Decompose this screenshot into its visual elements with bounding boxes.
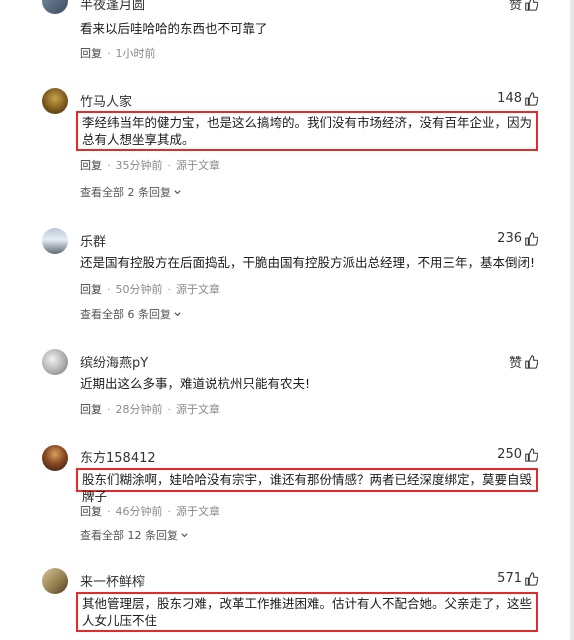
avatar[interactable]: [42, 228, 68, 254]
comment-meta: 回复 · 35分钟前 · 源于文章: [80, 157, 220, 173]
like-button[interactable]: 148: [497, 91, 538, 106]
comment-text: 看来以后哇哈哈的东西也不可靠了: [80, 21, 268, 36]
comment-text: 股东们糊涂啊，娃哈哈没有宗宇，谁还有那份情感？两者已经深度绑定，莫要自毁牌子: [76, 468, 538, 504]
chevron-down-icon: [181, 532, 188, 537]
comment-text: 近期出这么多事，难道说杭州只能有农夫!: [80, 376, 311, 391]
username[interactable]: 缤纷海燕pY: [80, 352, 148, 371]
username[interactable]: 半夜逢月圆: [80, 0, 145, 13]
timestamp: 35分钟前: [115, 159, 163, 172]
like-button[interactable]: 赞: [509, 0, 538, 13]
reply-button[interactable]: 回复: [80, 503, 102, 519]
view-replies-button[interactable]: 查看全部 2 条回复: [80, 184, 182, 200]
username[interactable]: 东方158412: [80, 447, 156, 466]
comment-meta: 回复 · 46分钟前 · 源于文章: [80, 503, 220, 519]
thumbs-up-icon: [525, 231, 538, 246]
separator-dot: ·: [167, 504, 172, 518]
avatar[interactable]: [42, 349, 68, 375]
username[interactable]: 来一杯鲜榨: [80, 571, 145, 590]
source-label[interactable]: 源于文章: [176, 503, 220, 519]
thumbs-up-icon: [525, 0, 538, 11]
view-replies-label: 查看全部 2 条回复: [80, 186, 171, 199]
chevron-down-icon: [174, 189, 181, 194]
separator-dot: ·: [167, 282, 172, 296]
avatar[interactable]: [42, 0, 68, 14]
comment-text: 其他管理层，股东刁难，改革工作推进困难。估计有人不配合她。父亲走了，这些人女儿压…: [76, 592, 538, 632]
separator-dot: ·: [107, 46, 111, 60]
like-button[interactable]: 赞: [509, 352, 538, 371]
timestamp: 50分钟前: [115, 283, 163, 296]
thumbs-up-icon: [525, 354, 538, 369]
thumbs-up-icon: [525, 91, 538, 106]
comment-meta: 回复 · 50分钟前 · 源于文章: [80, 281, 220, 297]
avatar[interactable]: [42, 445, 68, 471]
chevron-down-icon: [174, 311, 181, 316]
view-replies-button[interactable]: 查看全部 12 条回复: [80, 527, 189, 543]
reply-button[interactable]: 回复: [80, 281, 102, 297]
timestamp: 46分钟前: [115, 505, 163, 518]
avatar[interactable]: [42, 568, 68, 594]
separator-dot: ·: [167, 402, 172, 416]
like-count: 赞: [508, 0, 522, 13]
reply-button[interactable]: 回复: [80, 157, 102, 173]
comment-text: 还是国有控股方在后面捣乱，干脆由国有控股方派出总经理，不用三年，基本倒闭!: [80, 255, 536, 270]
view-replies-button[interactable]: 查看全部 6 条回复: [80, 306, 182, 322]
like-count: 250: [497, 447, 522, 462]
separator-dot: ·: [107, 158, 111, 172]
like-count: 571: [497, 571, 522, 586]
avatar[interactable]: [42, 88, 68, 114]
like-button[interactable]: 236: [497, 231, 538, 246]
username[interactable]: 竹马人家: [80, 91, 132, 110]
thumbs-up-icon: [525, 447, 538, 462]
source-label[interactable]: 源于文章: [176, 281, 220, 297]
source-label[interactable]: 源于文章: [176, 157, 220, 173]
like-button[interactable]: 571: [497, 571, 538, 586]
comment-meta: 回复 · 1小时前: [80, 45, 156, 61]
comment-text: 李经纬当年的健力宝，也是这么搞垮的。我们没有市场经济，没有百年企业，因为总有人想…: [76, 111, 538, 151]
like-count: 236: [497, 231, 522, 246]
timestamp: 28分钟前: [115, 403, 163, 416]
scrollbar-track[interactable]: [570, 0, 574, 640]
thumbs-up-icon: [525, 571, 538, 586]
comment-meta: 回复 · 28分钟前 · 源于文章: [80, 401, 220, 417]
like-button[interactable]: 250: [497, 447, 538, 462]
like-count: 148: [497, 91, 522, 106]
timestamp: 1小时前: [115, 47, 156, 60]
source-label[interactable]: 源于文章: [176, 401, 220, 417]
reply-button[interactable]: 回复: [80, 45, 102, 61]
separator-dot: ·: [107, 282, 111, 296]
separator-dot: ·: [167, 158, 172, 172]
reply-button[interactable]: 回复: [80, 401, 102, 417]
separator-dot: ·: [107, 402, 111, 416]
view-replies-label: 查看全部 6 条回复: [80, 308, 171, 321]
separator-dot: ·: [107, 504, 111, 518]
view-replies-label: 查看全部 12 条回复: [80, 529, 178, 542]
like-count: 赞: [508, 356, 522, 371]
username[interactable]: 乐群: [80, 231, 106, 250]
